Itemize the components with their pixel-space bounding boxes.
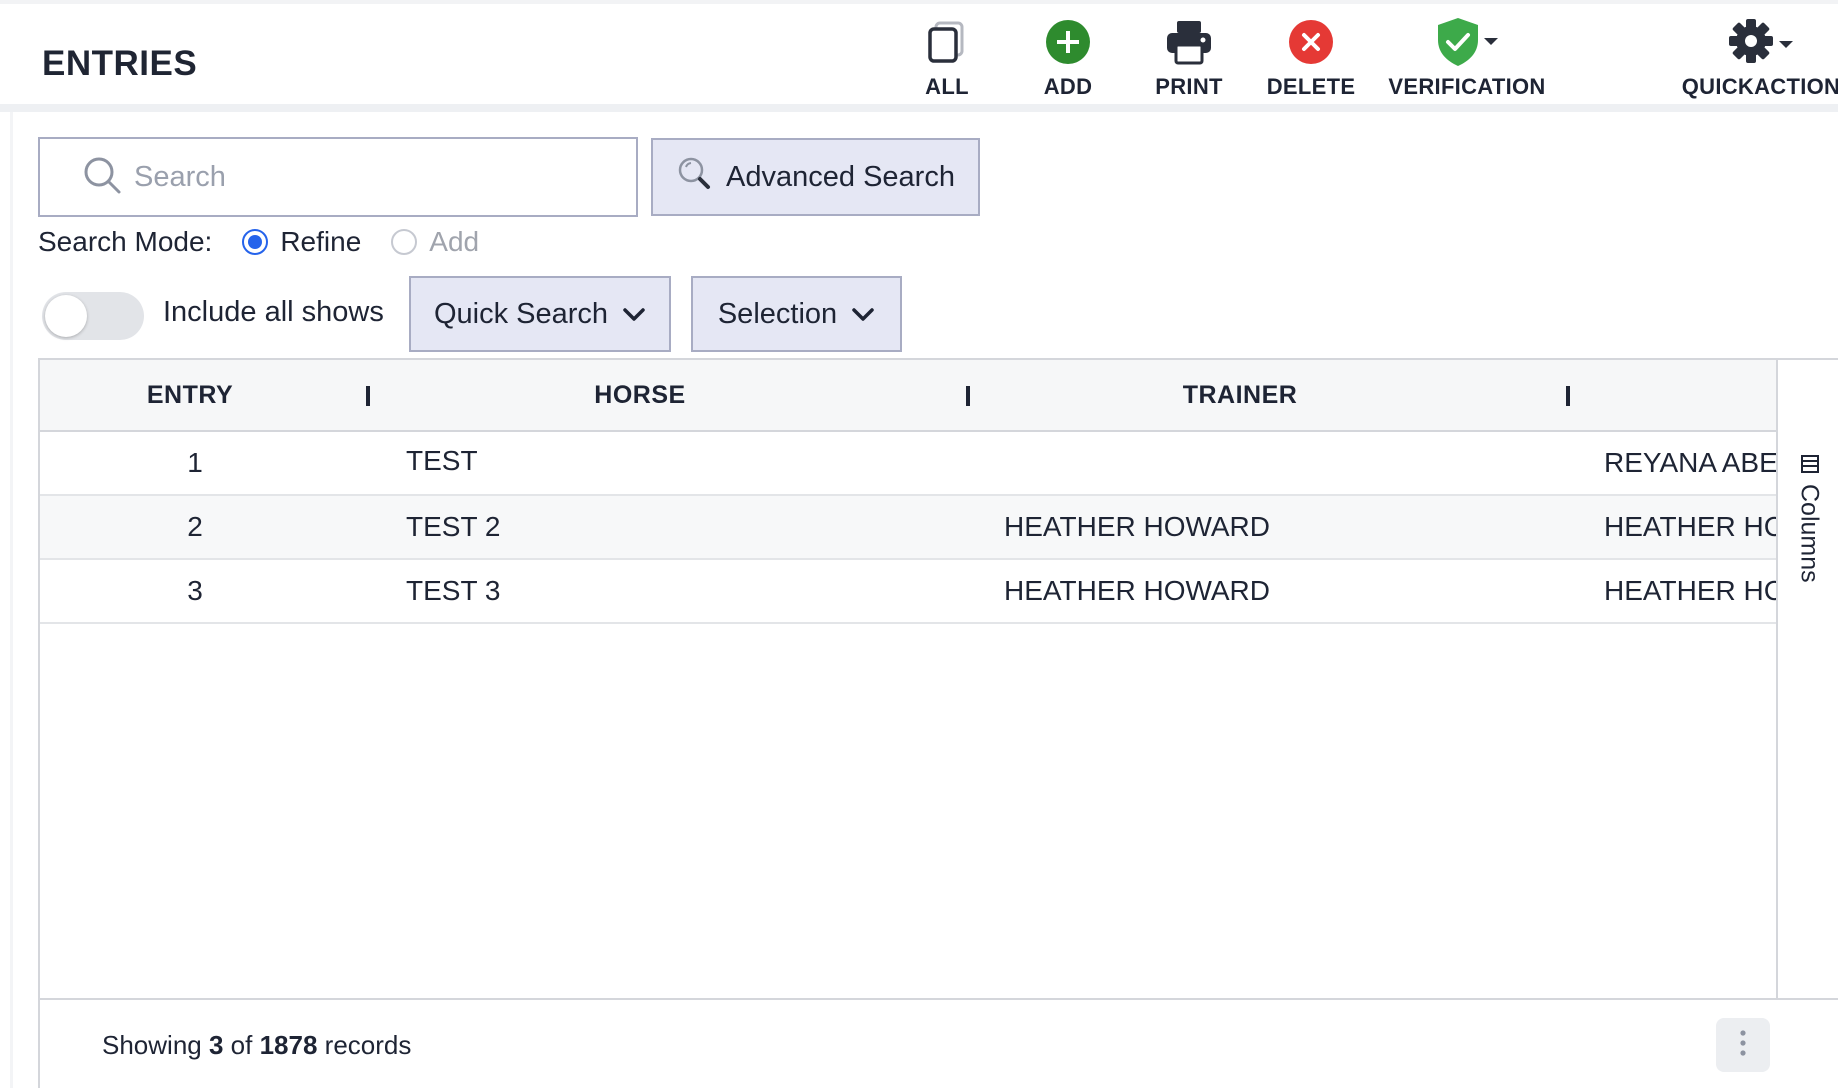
page-title: ENTRIES: [42, 44, 198, 83]
columns-panel-tab[interactable]: Columns: [1784, 448, 1834, 608]
search-mode-group: Search Mode: Refine Add: [38, 224, 479, 260]
quickaction-label: QUICKACTION: [1681, 74, 1838, 99]
radio-add-dot[interactable]: [391, 229, 418, 255]
record-count: Showing 3 of 1878 records: [102, 1030, 411, 1061]
advanced-search-label: Advanced Search: [726, 160, 955, 193]
radio-refine-label: Refine: [280, 226, 362, 257]
radio-refine[interactable]: Refine: [242, 226, 361, 258]
record-count-of: of: [230, 1030, 253, 1060]
cell-entry: 1: [187, 447, 203, 478]
entries-grid: ENTRY HORSE TRAINER 1 TEST REYANA ABE 2 …: [38, 358, 1838, 1088]
verification-button[interactable]: VERIFICATION: [1377, 14, 1557, 106]
cell-owner: HEATHER HC: [1604, 575, 1776, 606]
print-label: PRINT: [1155, 74, 1223, 99]
advanced-search-button[interactable]: Advanced Search: [651, 138, 980, 216]
cell-trainer: HEATHER HOWARD: [1004, 511, 1270, 542]
table-row[interactable]: 3 TEST 3 HEATHER HOWARD HEATHER HC: [40, 560, 1776, 624]
chevron-down-icon: [851, 298, 875, 331]
more-options-button[interactable]: [1716, 1018, 1770, 1072]
record-count-suffix: records: [324, 1030, 412, 1060]
cell-horse: TEST 2: [406, 511, 501, 542]
cell-owner: REYANA ABE: [1604, 447, 1776, 478]
column-header-horse[interactable]: HORSE: [340, 360, 940, 430]
cell-owner: HEATHER HC: [1604, 511, 1776, 542]
table-row[interactable]: 1 TEST REYANA ABE: [40, 432, 1776, 496]
record-count-shown: 3: [208, 1030, 224, 1060]
delete-label: DELETE: [1266, 74, 1356, 99]
quick-search-label: Quick Search: [433, 297, 609, 330]
search-mode-label: Search Mode:: [38, 226, 213, 257]
record-count-total: 1878: [259, 1030, 318, 1060]
grid-header: ENTRY HORSE TRAINER: [40, 360, 1776, 432]
columns-icon: [1800, 454, 1820, 479]
toggle-knob: [45, 295, 87, 337]
cell-entry: 2: [187, 511, 203, 542]
columns-tab-label: Columns: [1795, 484, 1824, 583]
quickaction-button[interactable]: QUICKACTION: [1676, 14, 1838, 106]
search-icon: [82, 155, 122, 200]
radio-add[interactable]: Add: [391, 226, 479, 258]
copy-icon: [927, 14, 967, 70]
printer-icon: [1165, 14, 1213, 70]
cell-trainer: [1004, 432, 1544, 494]
record-count-prefix: Showing: [102, 1030, 202, 1060]
column-header-trainer[interactable]: TRAINER: [940, 360, 1540, 430]
cell-horse: TEST: [406, 445, 478, 476]
selection-label: Selection: [717, 297, 838, 330]
include-all-shows-toggle[interactable]: [42, 292, 144, 340]
grid-side-panel: Columns: [1776, 360, 1838, 998]
cell-trainer: HEATHER HOWARD: [1004, 575, 1270, 606]
include-all-shows-label: Include all shows: [163, 296, 384, 328]
grid-footer: Showing 3 of 1878 records: [40, 998, 1838, 1088]
shield-check-icon: [1434, 14, 1500, 70]
verification-label: VERIFICATION: [1388, 74, 1546, 99]
chevron-down-icon: [622, 298, 646, 331]
advanced-search-icon: [676, 155, 712, 199]
gear-icon: [1727, 14, 1795, 70]
column-resize-handle[interactable]: [1566, 386, 1570, 406]
delete-button[interactable]: DELETE: [1236, 14, 1386, 106]
radio-add-label: Add: [429, 226, 480, 257]
selection-dropdown[interactable]: Selection: [691, 276, 902, 352]
table-row[interactable]: 2 TEST 2 HEATHER HOWARD HEATHER HC: [40, 496, 1776, 560]
cell-horse: TEST 3: [406, 575, 501, 606]
close-circle-icon: [1288, 14, 1334, 70]
plus-circle-icon: [1045, 14, 1091, 70]
search-input[interactable]: [134, 160, 634, 194]
quick-search-dropdown[interactable]: Quick Search: [409, 276, 671, 352]
radio-refine-dot[interactable]: [242, 229, 269, 255]
all-label: ALL: [925, 74, 969, 99]
cell-entry: 3: [187, 575, 203, 606]
search-field[interactable]: [38, 137, 638, 217]
top-toolbar: ENTRIES ALL ADD PRINT DELETE VERIFICATIO…: [0, 0, 1838, 112]
add-label: ADD: [1043, 74, 1093, 99]
kebab-menu-icon: [1739, 1029, 1747, 1062]
column-header-entry[interactable]: ENTRY: [40, 360, 340, 430]
